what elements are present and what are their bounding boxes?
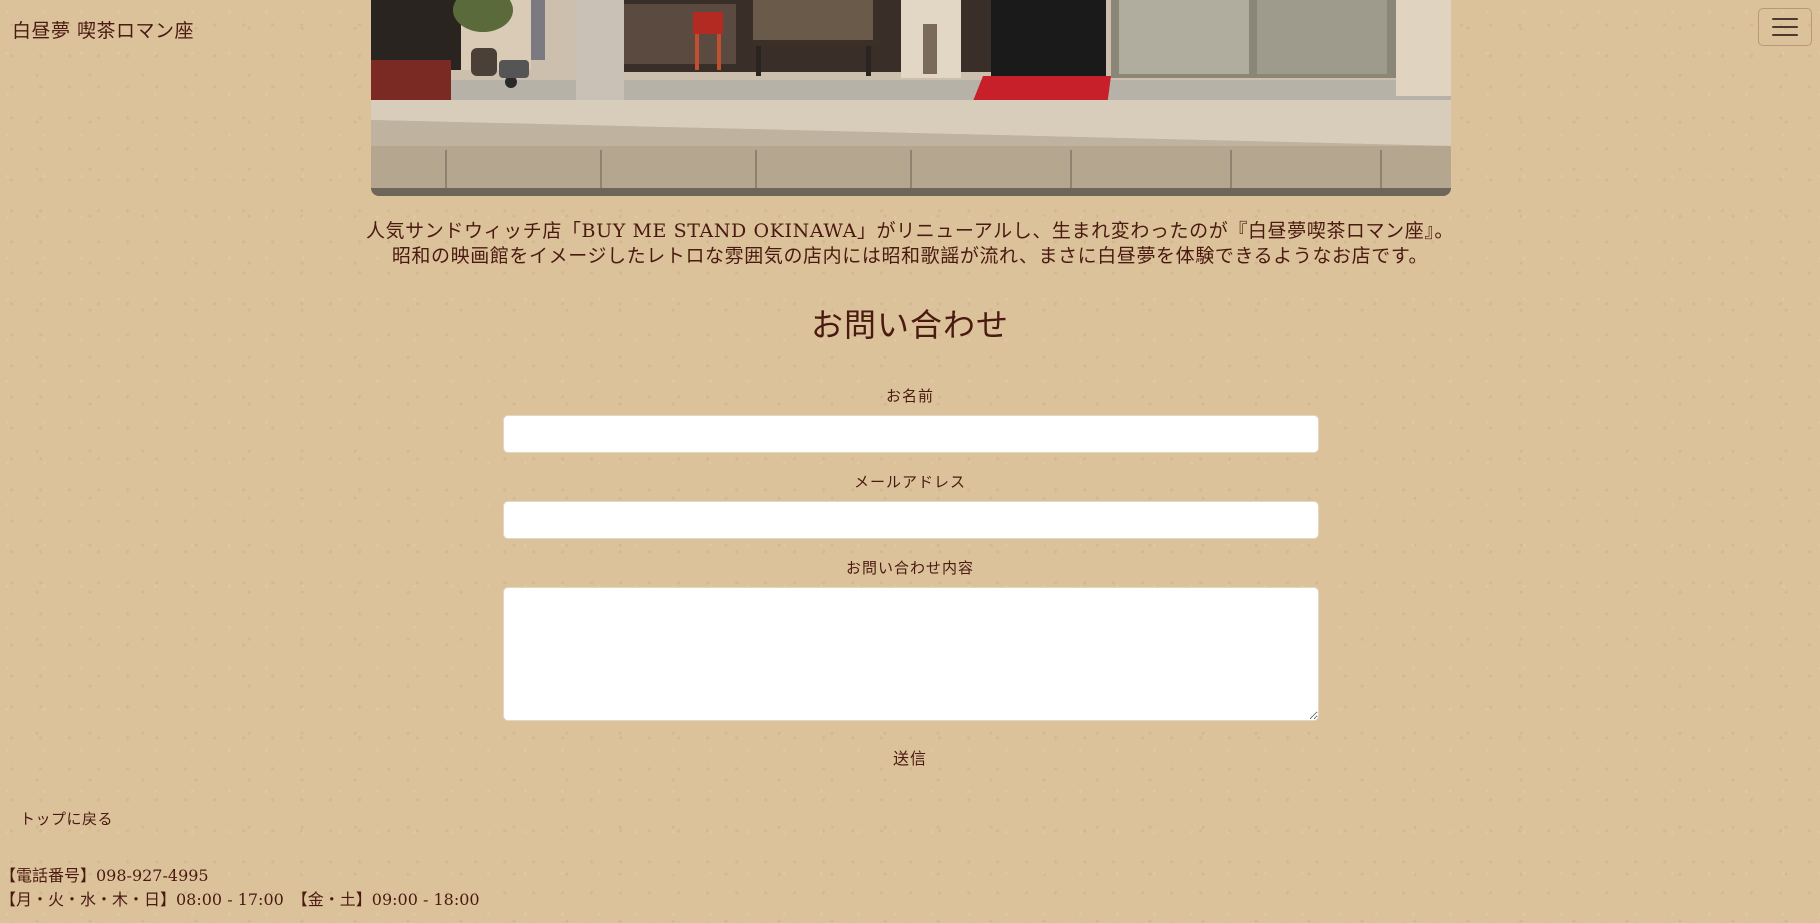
footer-info: 【電話番号】098-927-4995 【月・火・水・木・日】08:00 - 17… bbox=[0, 864, 480, 912]
back-to-top-link[interactable]: トップに戻る bbox=[20, 808, 113, 829]
hamburger-menu-icon bbox=[1772, 18, 1798, 36]
menu-toggle-button[interactable] bbox=[1758, 8, 1812, 46]
name-input[interactable] bbox=[503, 415, 1319, 453]
business-hours: 【月・火・水・木・日】08:00 - 17:00 【金・土】09:00 - 18… bbox=[0, 890, 480, 909]
message-label: お問い合わせ内容 bbox=[845, 559, 974, 577]
storefront-photo bbox=[371, 0, 1451, 196]
intro-line-2: 昭和の映画館をイメージしたレトロな雰囲気の店内には昭和歌謡が流れ、まさに白昼夢を… bbox=[391, 245, 1429, 267]
name-label: お名前 bbox=[885, 387, 934, 405]
contact-title: お問い合わせ bbox=[810, 306, 1009, 344]
email-label: メールアドレス bbox=[853, 473, 966, 491]
intro-text: 人気サンドウィッチ店「BUY ME STAND OKINAWA」がリニューアルし… bbox=[300, 219, 1520, 269]
phone-number: 【電話番号】098-927-4995 bbox=[0, 866, 209, 885]
submit-button[interactable]: 送信 bbox=[860, 742, 960, 772]
intro-line-1: 人気サンドウィッチ店「BUY ME STAND OKINAWA」がリニューアルし… bbox=[365, 220, 1455, 242]
email-input[interactable] bbox=[503, 501, 1319, 539]
message-textarea[interactable] bbox=[503, 587, 1319, 721]
site-title[interactable]: 白昼夢 喫茶ロマン座 bbox=[12, 16, 194, 43]
